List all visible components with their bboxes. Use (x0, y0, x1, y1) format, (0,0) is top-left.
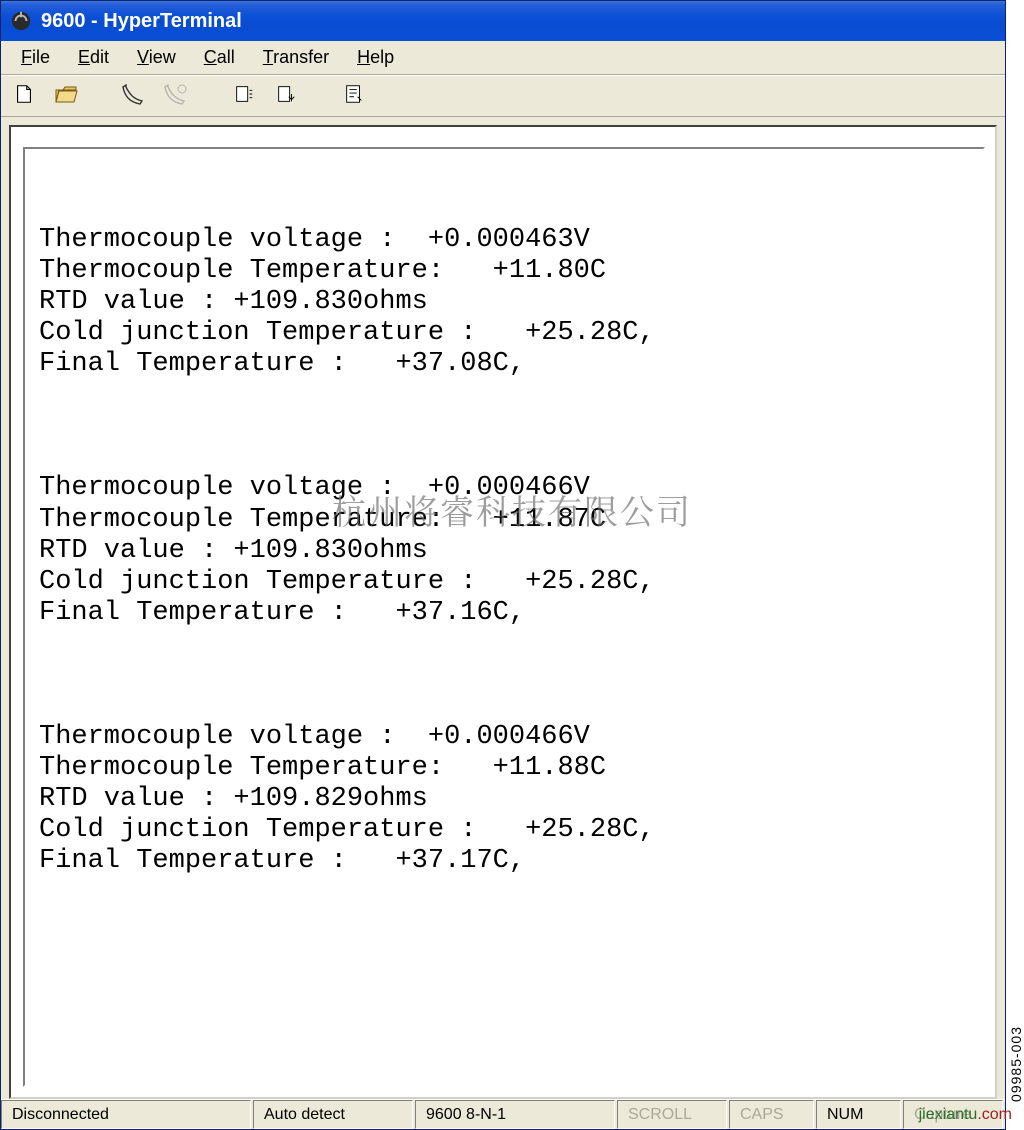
terminal-output[interactable]: Thermocouple voltage : +0.000463V Thermo… (23, 147, 985, 1087)
client-area: Thermocouple voltage : +0.000463V Thermo… (1, 117, 1005, 1099)
menu-transfer[interactable]: Transfer (249, 43, 343, 72)
figure-number-label: 09985-003 (1008, 1026, 1024, 1102)
open-file-icon (54, 83, 78, 110)
send-button[interactable] (229, 81, 259, 111)
titlebar[interactable]: 9600 - HyperTerminal (1, 1, 1005, 41)
status-settings: 9600 8-N-1 (415, 1100, 615, 1129)
disconnect-button[interactable] (161, 81, 191, 111)
menu-file[interactable]: File (7, 43, 64, 72)
menu-call[interactable]: Call (190, 43, 249, 72)
menubar: File Edit View Call Transfer Help (1, 41, 1005, 75)
menu-edit[interactable]: Edit (64, 43, 123, 72)
menu-help[interactable]: Help (343, 43, 408, 72)
status-caps: CAPS (729, 1100, 814, 1129)
statusbar: Disconnected Auto detect 9600 8-N-1 SCRO… (1, 1099, 1005, 1129)
receive-file-icon (275, 83, 297, 110)
phone-icon (122, 83, 146, 110)
send-file-icon (233, 83, 255, 110)
menu-view[interactable]: View (123, 43, 190, 72)
call-button[interactable] (119, 81, 149, 111)
properties-icon (343, 83, 365, 110)
window-title: 9600 - HyperTerminal (41, 10, 242, 33)
app-window: 9600 - HyperTerminal File Edit View Call… (0, 0, 1006, 1130)
toolbar (1, 75, 1005, 117)
new-file-icon (13, 83, 35, 110)
open-button[interactable] (51, 81, 81, 111)
status-capture: Capture (903, 1100, 1003, 1129)
terminal-frame: Thermocouple voltage : +0.000463V Thermo… (9, 125, 997, 1099)
status-num: NUM (816, 1100, 901, 1129)
status-connection: Disconnected (1, 1100, 251, 1129)
new-button[interactable] (9, 81, 39, 111)
phone-hangup-icon (164, 83, 188, 110)
properties-button[interactable] (339, 81, 369, 111)
status-encoding: Auto detect (253, 1100, 413, 1129)
app-icon (9, 9, 33, 33)
status-scroll: SCROLL (617, 1100, 727, 1129)
receive-button[interactable] (271, 81, 301, 111)
